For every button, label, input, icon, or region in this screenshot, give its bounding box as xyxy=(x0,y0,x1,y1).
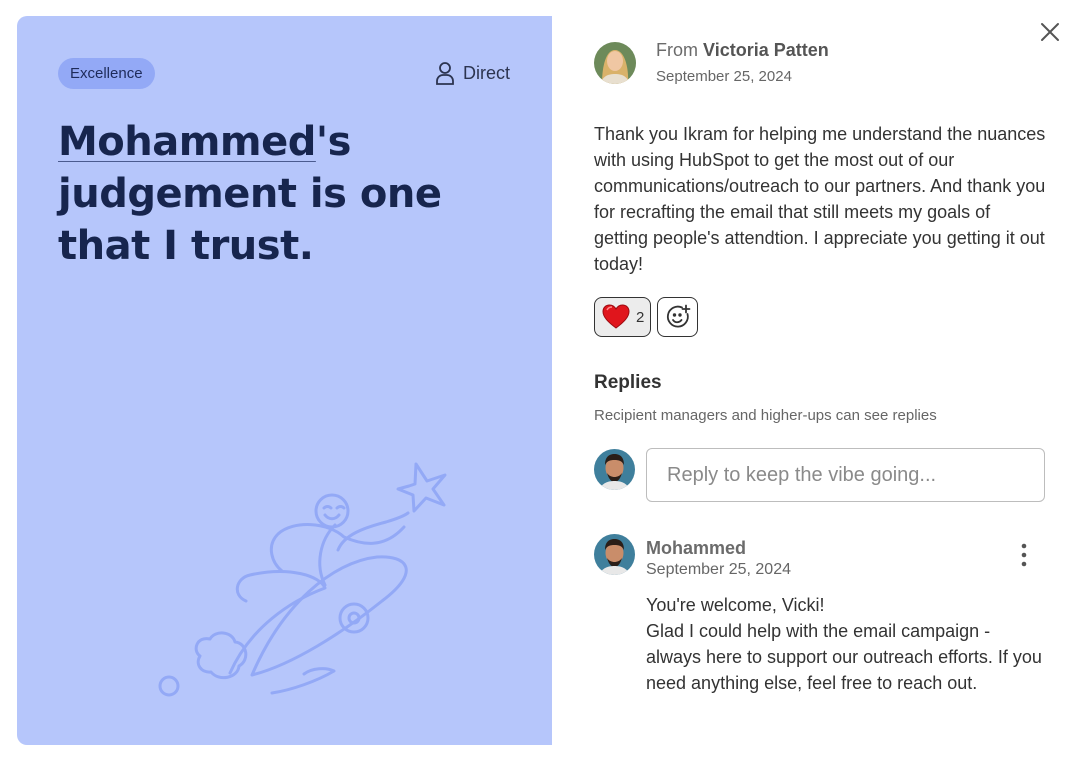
reply-author-avatar xyxy=(594,534,635,575)
audience-label: Direct xyxy=(462,62,510,83)
person-icon xyxy=(436,62,454,85)
headline-mention[interactable]: Mohammed xyxy=(58,119,316,165)
reply-line-2: Glad I could help with the email campaig… xyxy=(646,621,1042,693)
reply-line-1: You're welcome, Vicki! xyxy=(646,595,825,615)
rocket-rider-illustration xyxy=(158,462,447,697)
recognition-message: Thank you Ikram for helping me understan… xyxy=(594,124,1046,274)
add-reaction-button[interactable] xyxy=(657,297,699,337)
reply-date: September 25, 2024 xyxy=(646,561,791,578)
reply-author-name[interactable]: Mohammed xyxy=(646,538,746,559)
value-badge: Excellence xyxy=(58,58,155,89)
heart-count: 2 xyxy=(636,308,645,326)
heart-icon xyxy=(602,304,630,329)
from-prefix: From xyxy=(656,40,698,60)
reply-text: You're welcome, Vicki! Glad I could help… xyxy=(646,592,1046,696)
sender-date: September 25, 2024 xyxy=(656,68,792,85)
more-options-icon[interactable] xyxy=(1014,542,1034,568)
reactions-bar: 2 xyxy=(594,297,699,337)
replies-visibility-note: Recipient managers and higher-ups can se… xyxy=(594,407,937,424)
reply-input[interactable] xyxy=(646,448,1045,502)
replies-heading: Replies xyxy=(594,372,662,393)
card-headline: Mohammed's judgement is one that I trust… xyxy=(58,116,528,272)
sender-name[interactable]: Victoria Patten xyxy=(703,40,829,60)
audience-indicator: Direct xyxy=(435,61,510,85)
recognition-card: Excellence Direct Mohammed's judgement i… xyxy=(17,16,552,745)
close-icon[interactable] xyxy=(1040,22,1060,42)
sender-line: From Victoria Patten xyxy=(656,40,829,61)
heart-reaction-button[interactable]: 2 xyxy=(594,297,652,337)
add-reaction-icon xyxy=(666,304,691,328)
sender-avatar xyxy=(594,42,636,84)
current-user-avatar xyxy=(594,449,635,490)
